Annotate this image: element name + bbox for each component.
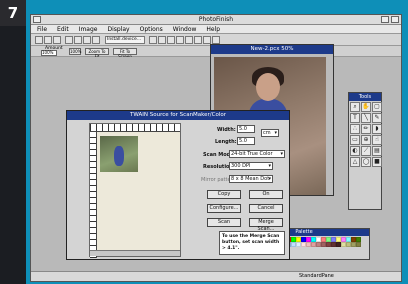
save-icon[interactable] <box>53 36 61 44</box>
stamp-icon[interactable]: ▤ <box>372 146 382 156</box>
rotate-icon[interactable] <box>167 36 175 44</box>
color-icon[interactable]: ■ <box>372 157 382 167</box>
menu-display[interactable]: Display <box>107 25 129 33</box>
vertical-ruler <box>90 132 97 258</box>
scan-button[interactable]: Scan <box>207 218 241 227</box>
on-button[interactable]: On <box>249 190 283 199</box>
palette-swatch[interactable] <box>356 242 361 247</box>
fit-to-screen-button[interactable]: Fit To Screen <box>113 48 137 59</box>
app-title: PhotoFinish <box>198 16 234 23</box>
magnify-icon[interactable]: ⌕ <box>350 102 360 112</box>
menu-options[interactable]: Options <box>140 25 163 33</box>
status-label: StandardPane <box>299 273 334 279</box>
merge-scan-button[interactable]: Merge Scan... <box>249 218 283 232</box>
menu-image[interactable]: Image <box>79 25 98 33</box>
crop-icon[interactable] <box>185 36 193 44</box>
preview-thumbnail <box>100 136 138 172</box>
halftone-select[interactable]: 8 x 8 Mean Dot <box>229 175 273 183</box>
length-label: Length: <box>215 139 237 145</box>
install-device-button[interactable]: Install.device... <box>105 36 145 44</box>
undo-icon[interactable] <box>158 36 166 44</box>
minimize-icon[interactable] <box>381 16 389 23</box>
line-icon[interactable]: ╲ <box>361 113 371 123</box>
scan-icon[interactable] <box>149 36 157 44</box>
preview-scrollbar[interactable] <box>90 250 180 256</box>
menu-help[interactable]: Help <box>206 25 220 33</box>
print-icon[interactable] <box>65 36 73 44</box>
dropper-icon[interactable]: ⟋ <box>361 146 371 156</box>
sharpen-icon[interactable]: △ <box>350 157 360 167</box>
brush-icon[interactable]: ✎ <box>372 113 382 123</box>
contrast-icon[interactable]: ◐ <box>350 146 360 156</box>
twain-dialog: TWAIN Source for ScanMaker/Color Width: … <box>66 110 290 260</box>
menu-window[interactable]: Window <box>173 25 197 33</box>
text-icon[interactable]: T <box>350 113 360 123</box>
resolution-select[interactable]: 300 DPI <box>229 162 273 170</box>
length-field[interactable]: 5.0 <box>237 137 255 145</box>
width-field[interactable]: 5.0 <box>237 125 255 133</box>
cancel-button[interactable]: Cancel <box>249 204 283 213</box>
flip-icon[interactable] <box>176 36 184 44</box>
zoom-input[interactable]: 100% <box>41 50 57 56</box>
horizontal-ruler <box>90 124 180 132</box>
new-icon[interactable] <box>35 36 43 44</box>
tools-title: Tools <box>349 93 381 101</box>
scan-mode-select[interactable]: 24-bit True Color <box>229 150 285 158</box>
figure-number: 7 <box>0 0 26 26</box>
maximize-icon[interactable] <box>391 16 399 23</box>
menu-file[interactable]: File <box>37 25 47 33</box>
zoom-100-button[interactable]: 100% <box>69 48 81 55</box>
color-adjust-icon[interactable] <box>203 36 211 44</box>
resize-icon[interactable] <box>194 36 202 44</box>
configure-button[interactable]: Configure... <box>207 204 241 213</box>
app-title-bar: PhotoFinish <box>31 15 401 25</box>
status-bar: StandardPane <box>31 271 401 281</box>
merge-scan-info: To use the Merge Scan button, set scan w… <box>219 231 285 255</box>
zoom-to-fit-button[interactable]: Zoom To Fit <box>85 48 109 59</box>
select-icon[interactable]: ▢ <box>372 102 382 112</box>
system-menu-icon[interactable] <box>33 16 41 23</box>
menu-bar: File Edit Image Display Options Window H… <box>31 25 401 34</box>
width-label: Width: <box>217 127 236 133</box>
copy-button[interactable]: Copy <box>207 190 241 199</box>
filter-icon[interactable] <box>212 36 220 44</box>
copy-icon[interactable] <box>83 36 91 44</box>
open-icon[interactable] <box>44 36 52 44</box>
photo-subject-head <box>256 73 280 101</box>
cut-icon[interactable] <box>74 36 82 44</box>
tools-palette: Tools ⌕ ✋ ▢ T ╲ ✎ ∴ ✏ ◗ ▭ ⊕ ☝ ◐ ⟋ ▤ △ ◯ … <box>348 92 382 210</box>
eraser-icon[interactable]: ▭ <box>350 135 360 145</box>
smudge-icon[interactable]: ☝ <box>372 135 382 145</box>
hand-icon[interactable]: ✋ <box>361 102 371 112</box>
blur-icon[interactable]: ◯ <box>361 157 371 167</box>
twain-dialog-title: TWAIN Source for ScanMaker/Color <box>67 111 289 120</box>
menu-edit[interactable]: Edit <box>57 25 69 33</box>
preview-subject <box>114 146 124 166</box>
clone-icon[interactable]: ⊕ <box>361 135 371 145</box>
paste-icon[interactable] <box>92 36 100 44</box>
image-window-title: New-2.pcx 50% <box>211 45 333 54</box>
fill-icon[interactable]: ◗ <box>372 124 382 134</box>
scan-preview[interactable] <box>89 123 181 258</box>
unit-select[interactable]: cm <box>261 129 279 137</box>
pencil-icon[interactable]: ✏ <box>361 124 371 134</box>
airbrush-icon[interactable]: ∴ <box>350 124 360 134</box>
